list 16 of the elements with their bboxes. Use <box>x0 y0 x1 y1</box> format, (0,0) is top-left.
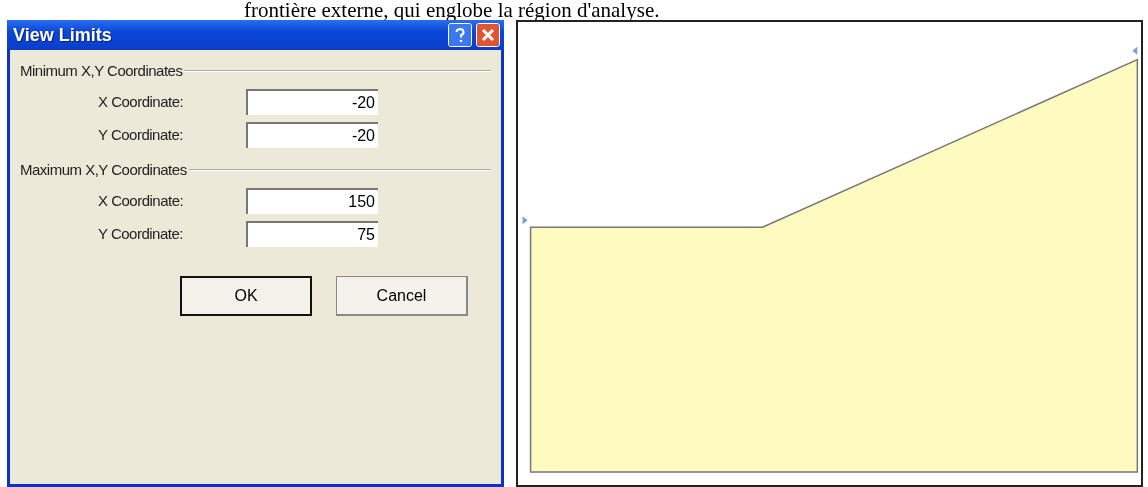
field-label: Y Coordinate: <box>97 225 184 242</box>
group-label: Maximum X,Y Coordinates <box>20 161 187 178</box>
input-field[interactable]: 75 <box>246 220 378 247</box>
input-field[interactable]: -20 <box>246 88 378 115</box>
cancel-button[interactable]: Cancel <box>336 276 468 316</box>
field-label: X Coordinate: <box>97 93 185 110</box>
field-label: X Coordinate: <box>97 192 185 209</box>
field-label: Y Coordinate: <box>97 126 184 143</box>
input-field[interactable]: -20 <box>246 121 378 148</box>
ok-button[interactable]: OK <box>180 276 312 316</box>
group-label: Minimum X,Y Coordinates <box>20 62 183 79</box>
window-title: View Limits <box>13 24 113 46</box>
close-icon[interactable] <box>476 23 500 47</box>
marker-icon <box>1132 46 1138 55</box>
input-field[interactable]: 150 <box>246 187 378 214</box>
help-icon[interactable] <box>448 23 472 47</box>
